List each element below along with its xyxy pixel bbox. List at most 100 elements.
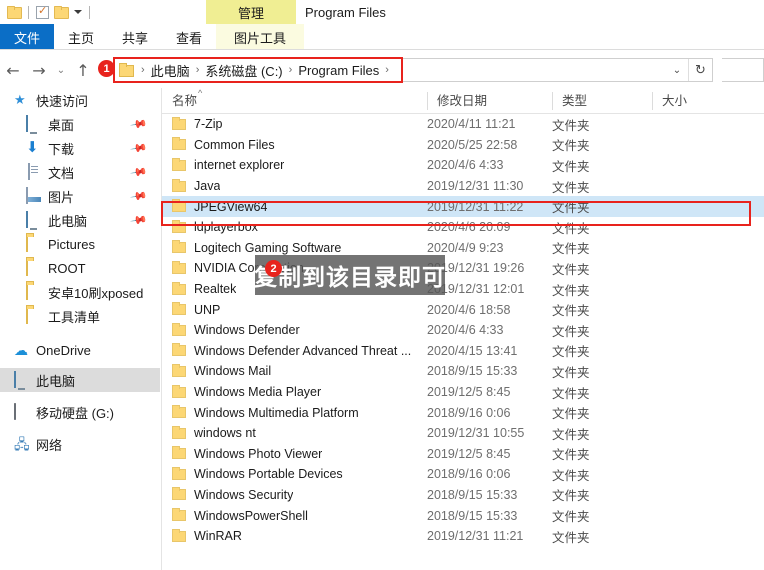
sidebar-item-android-xposed[interactable]: 安卓10刷xposed: [0, 280, 160, 304]
file-name-cell: Windows Defender: [162, 322, 427, 338]
file-type-cell: 文件夹: [552, 139, 590, 154]
file-name-cell: Windows Multimedia Platform: [162, 405, 427, 420]
folder-icon[interactable]: [7, 6, 22, 19]
file-date-cell: 2020/4/15 13:41: [427, 343, 518, 358]
folder-icon: [172, 322, 186, 336]
chevron-down-icon[interactable]: ⌄: [666, 65, 688, 76]
recent-locations-icon[interactable]: ⌄: [52, 57, 70, 83]
table-row[interactable]: Windows Defender 2020/4/6 4:33 文件夹: [162, 320, 764, 341]
table-row[interactable]: NVIDIA Corporation 2019/12/31 19:26 文件夹: [162, 258, 764, 279]
sidebar-item-downloads[interactable]: ⬇ 下载 📌: [0, 136, 160, 160]
sidebar-item-root[interactable]: ROOT: [0, 256, 160, 280]
column-header-size[interactable]: 大小: [652, 88, 752, 114]
forward-button[interactable]: →: [26, 57, 52, 83]
sidebar-item-pictures-folder[interactable]: Pictures: [0, 232, 160, 256]
table-row[interactable]: Windows Multimedia Platform 2018/9/16 0:0…: [162, 402, 764, 423]
breadcrumb-separator-1[interactable]: ›: [190, 64, 206, 76]
folder-icon: [172, 116, 186, 130]
sidebar-item-label: 下载: [48, 141, 75, 157]
sidebar-item-tool-list[interactable]: 工具清单: [0, 304, 160, 328]
folder-icon: [26, 235, 42, 252]
sidebar-item-removable-drive[interactable]: 移动硬盘 (G:): [0, 400, 160, 424]
tab-home[interactable]: 主页: [54, 24, 108, 50]
sidebar-item-onedrive[interactable]: ☁ OneDrive: [0, 338, 160, 362]
file-type-cell: 文件夹: [552, 283, 590, 298]
breadcrumb-separator-2[interactable]: ›: [283, 64, 299, 76]
pin-icon[interactable]: 📌: [130, 187, 149, 206]
breadcrumb-system-drive[interactable]: 系统磁盘 (C:): [205, 61, 282, 80]
file-date-cell: 2020/4/11 11:21: [427, 117, 516, 132]
tab-file[interactable]: 文件: [0, 24, 55, 50]
file-type-cell: 文件夹: [552, 345, 590, 360]
back-button[interactable]: ←: [0, 57, 26, 83]
table-row[interactable]: WindowsPowerShell 2018/9/15 15:33 文件夹: [162, 505, 764, 526]
column-header-type[interactable]: 类型: [552, 88, 652, 114]
file-name-label: windows nt: [194, 426, 256, 441]
up-button[interactable]: ↑: [70, 57, 96, 83]
column-header-date[interactable]: 修改日期: [427, 88, 552, 114]
sidebar-item-quick-access[interactable]: ★ 快速访问: [0, 88, 160, 112]
folder-icon: [26, 283, 42, 300]
address-bar[interactable]: › 此电脑 › 系统磁盘 (C:) › Program Files › ⌄ ↻: [113, 58, 713, 82]
folder-icon: [172, 240, 186, 254]
sidebar-item-this-pc-quick[interactable]: 此电脑 📌: [0, 208, 160, 232]
breadcrumb-program-files[interactable]: Program Files: [298, 63, 379, 78]
pin-icon[interactable]: 📌: [130, 115, 149, 134]
sidebar-item-pictures[interactable]: 图片 📌: [0, 184, 160, 208]
tab-view[interactable]: 查看: [162, 24, 216, 50]
sidebar-item-desktop[interactable]: 桌面 📌: [0, 112, 160, 136]
table-row[interactable]: Windows Media Player 2019/12/5 8:45 文件夹: [162, 382, 764, 403]
tab-share[interactable]: 共享: [108, 24, 162, 50]
file-name-label: Windows Mail: [194, 364, 272, 379]
table-row[interactable]: UNP 2020/4/6 18:58 文件夹: [162, 299, 764, 320]
table-row[interactable]: Windows Security 2018/9/15 15:33 文件夹: [162, 485, 764, 506]
file-name-cell: Common Files: [162, 137, 427, 152]
file-name-label: Windows Defender: [194, 323, 300, 338]
new-folder-icon[interactable]: [54, 6, 69, 19]
file-name-cell: windows nt: [162, 425, 427, 441]
table-row[interactable]: Common Files 2020/5/25 22:58 文件夹: [162, 135, 764, 156]
sidebar-item-network[interactable]: 🖧 网络: [0, 432, 160, 456]
folder-icon: [26, 259, 42, 276]
folder-icon: [172, 302, 186, 316]
pin-icon[interactable]: 📌: [130, 211, 149, 230]
contextual-tab-manage[interactable]: 管理: [206, 0, 296, 24]
table-row[interactable]: WinRAR 2019/12/31 11:21 文件夹: [162, 526, 764, 547]
sidebar-item-documents[interactable]: 文档 📌: [0, 160, 160, 184]
breadcrumb-separator-0[interactable]: ›: [135, 64, 151, 76]
table-row[interactable]: Java 2019/12/31 11:30 文件夹: [162, 176, 764, 197]
customize-dropdown-icon[interactable]: [74, 10, 82, 14]
file-name-label: Realtek: [194, 282, 237, 297]
table-row[interactable]: windows nt 2019/12/31 10:55 文件夹: [162, 423, 764, 444]
table-row[interactable]: Windows Mail 2018/9/15 15:33 文件夹: [162, 361, 764, 382]
table-row[interactable]: 7-Zip 2020/4/11 11:21 文件夹: [162, 114, 764, 135]
pictures-icon: [26, 187, 42, 204]
file-name-cell: ldplayerbox: [162, 219, 427, 234]
pin-icon[interactable]: 📌: [130, 139, 149, 158]
properties-icon[interactable]: [36, 4, 49, 19]
table-row[interactable]: ldplayerbox 2020/4/6 20:09 文件夹: [162, 217, 764, 238]
folder-icon: [26, 307, 42, 324]
table-row[interactable]: Logitech Gaming Software 2020/4/9 9:23 文件夹: [162, 238, 764, 259]
file-type-cell: 文件夹: [552, 489, 590, 504]
search-input[interactable]: [722, 58, 764, 82]
table-row[interactable]: internet explorer 2020/4/6 4:33 文件夹: [162, 155, 764, 176]
file-name-label: UNP: [194, 302, 221, 317]
table-row[interactable]: Realtek 2019/12/31 12:01 文件夹: [162, 279, 764, 300]
breadcrumb-separator-3[interactable]: ›: [379, 64, 395, 76]
sort-ascending-icon: ^: [198, 88, 203, 98]
table-row[interactable]: Windows Photo Viewer 2019/12/5 8:45 文件夹: [162, 444, 764, 465]
file-type-cell: 文件夹: [552, 510, 590, 525]
breadcrumb-this-pc[interactable]: 此电脑: [151, 61, 190, 80]
file-name-label: Windows Photo Viewer: [194, 446, 323, 461]
tab-picture-tools[interactable]: 图片工具: [216, 24, 305, 50]
pin-icon[interactable]: 📌: [130, 163, 149, 182]
refresh-icon[interactable]: ↻: [688, 59, 712, 81]
table-row[interactable]: JPEGView64 2019/12/31 11:22 文件夹: [162, 196, 764, 217]
file-type-cell: 文件夹: [552, 159, 590, 174]
table-row[interactable]: Windows Portable Devices 2018/9/16 0:06 文件…: [162, 464, 764, 485]
table-row[interactable]: Windows Defender Advanced Threat ... 2020…: [162, 341, 764, 362]
sidebar-item-this-pc[interactable]: 此电脑: [0, 368, 160, 392]
file-name-cell: Windows Mail: [162, 363, 427, 379]
file-name-label: WindowsPowerShell: [194, 508, 308, 523]
